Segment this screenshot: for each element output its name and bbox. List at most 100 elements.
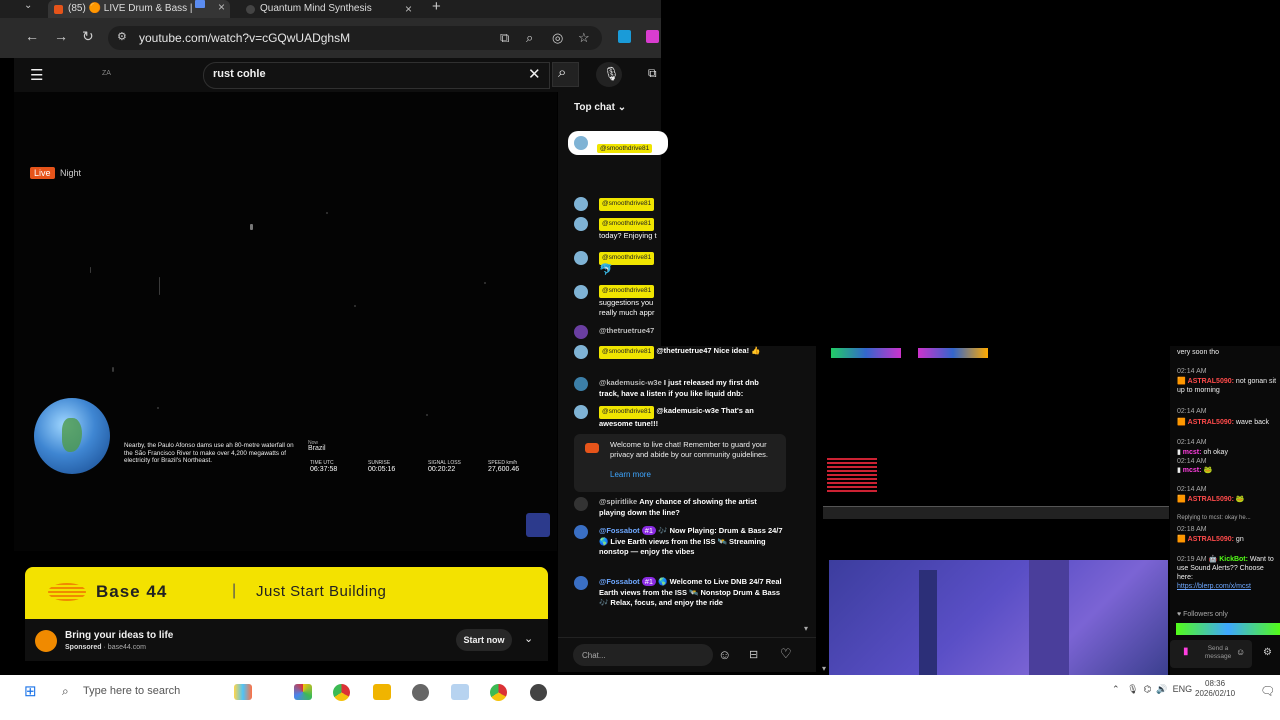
emoji-icon[interactable]: ☺ bbox=[1236, 647, 1245, 657]
stat-signal-value: 00:20:22 bbox=[428, 466, 456, 473]
live-badge: Live Night bbox=[30, 167, 81, 179]
search-icon: ⌕ bbox=[558, 64, 567, 81]
taskbar-clock[interactable]: 08:36 2026/02/10 bbox=[1195, 679, 1235, 699]
location-name: Brazil bbox=[308, 445, 326, 452]
channel-watermark-icon[interactable] bbox=[526, 513, 550, 537]
taskbar-search-input[interactable]: Type here to search bbox=[52, 679, 222, 703]
stat-sunrise-value: 00:05:16 bbox=[368, 466, 396, 473]
stat-speed-value: 27,600.46 bbox=[488, 466, 520, 473]
tab-list-chevron-icon[interactable]: ⌄ bbox=[24, 0, 32, 11]
back-icon[interactable]: ← bbox=[25, 28, 39, 44]
close-tab-icon[interactable]: × bbox=[218, 0, 225, 14]
settings-icon[interactable]: ⚙ bbox=[1263, 647, 1272, 658]
heart-icon[interactable]: ♡ bbox=[780, 646, 792, 662]
chevron-up-icon[interactable]: ⌃ bbox=[1112, 684, 1120, 694]
create-icon[interactable]: ⧉ bbox=[648, 66, 657, 81]
avatar bbox=[574, 217, 588, 231]
notifications-icon[interactable]: 🗨 bbox=[1260, 684, 1275, 698]
microphone-icon[interactable]: 🎙 bbox=[1127, 684, 1138, 694]
kick-timestamp: 02:14 AM bbox=[1177, 439, 1207, 446]
chevron-down-icon[interactable]: ⌄ bbox=[524, 632, 533, 645]
chat-message: @Fossabot #1 🎶 Now Playing: Drum & Bass … bbox=[599, 526, 783, 556]
chat-message: @smoothdrive81 bbox=[599, 198, 779, 211]
url-text[interactable]: youtube.com/watch?v=cGQwUADghsM bbox=[139, 31, 350, 45]
user-badge-icon: ▮ bbox=[1183, 646, 1189, 657]
reload-icon[interactable]: ↻ bbox=[82, 28, 94, 45]
pinned-user: @smoothdrive81 bbox=[597, 137, 653, 155]
tab-label: (85) 🟠 LIVE Drum & Bass | bbox=[68, 3, 193, 14]
file-explorer-icon[interactable] bbox=[373, 684, 391, 700]
windows-start-icon[interactable]: ⊞ bbox=[24, 682, 37, 700]
forward-icon[interactable]: → bbox=[54, 28, 68, 44]
advertiser-avatar[interactable] bbox=[35, 630, 57, 652]
kick-timestamp: 02:18 AM bbox=[1177, 526, 1207, 533]
volume-icon[interactable]: 🔊 bbox=[1156, 684, 1167, 694]
followers-only-label: ♥ Followers only bbox=[1177, 611, 1228, 618]
chrome-profile-icon[interactable] bbox=[490, 684, 507, 701]
eye-off-icon[interactable]: ◎ bbox=[552, 30, 563, 46]
app-icon[interactable] bbox=[530, 684, 547, 701]
ad-sponsored-line: Sponsored · base44.com bbox=[65, 644, 146, 651]
kick-timestamp: 02:14 AM bbox=[1177, 486, 1207, 493]
avatar bbox=[574, 345, 588, 359]
close-tab-icon[interactable]: × bbox=[405, 3, 412, 15]
extension-icon[interactable] bbox=[646, 30, 659, 43]
start-now-button[interactable]: Start now bbox=[456, 629, 512, 651]
avatar bbox=[574, 576, 588, 590]
avatar bbox=[574, 525, 588, 539]
avatar bbox=[574, 405, 588, 419]
scroll-down-icon[interactable]: ▾ bbox=[822, 664, 826, 673]
video-caption: Nearby, the Paulo Afonso dams use an 80-… bbox=[124, 442, 294, 464]
kick-message: ▮ mcst: oh okay bbox=[1177, 449, 1228, 456]
language-indicator[interactable]: ENG bbox=[1173, 684, 1193, 694]
zoom-icon[interactable]: ⌕ bbox=[526, 30, 533, 46]
network-icon[interactable]: ⌬ bbox=[1144, 684, 1152, 694]
obs-icon[interactable] bbox=[412, 684, 429, 701]
kick-message: 🟧 ASTRAL5090: gn bbox=[1177, 536, 1244, 543]
chat-message: @Fossabot #1 🌎 Welcome to Live DNB 24/7 … bbox=[599, 577, 782, 607]
clear-search-icon[interactable]: ✕ bbox=[528, 65, 541, 83]
super-chat-icon[interactable]: ⊟ bbox=[749, 648, 758, 661]
new-tab-icon[interactable]: + bbox=[432, 0, 441, 15]
youtube-logo[interactable]: ZA bbox=[102, 70, 111, 77]
ad-separator: | bbox=[232, 582, 237, 599]
tab-quantum-mind-synthesis[interactable]: Quantum Mind Synthesis × bbox=[240, 0, 420, 18]
tab-group-icon bbox=[195, 0, 205, 8]
menu-icon[interactable]: ☰ bbox=[30, 66, 43, 84]
chat-message: @smoothdrive81 today? Enjoying t bbox=[599, 218, 657, 240]
install-app-icon[interactable]: ⧉ bbox=[500, 30, 509, 46]
chrome-icon[interactable] bbox=[333, 684, 350, 701]
stream-overlay-window bbox=[823, 346, 1169, 558]
kick-timestamp: 02:14 AM bbox=[1177, 408, 1207, 415]
sound-alerts-link[interactable]: https://blerp.com/x/mcst bbox=[1177, 583, 1251, 590]
ad-title[interactable]: Bring your ideas to life bbox=[65, 630, 173, 641]
site-info-icon[interactable]: ⚙ bbox=[117, 30, 127, 43]
globe-icon bbox=[34, 398, 110, 474]
chat-mode-dropdown[interactable]: Top chat ⌄ bbox=[574, 102, 626, 113]
avatar bbox=[574, 325, 588, 339]
copilot-app-icon[interactable] bbox=[294, 684, 312, 700]
avatar bbox=[574, 377, 588, 391]
copilot-icon[interactable] bbox=[234, 684, 252, 700]
emoji-icon: 🐬 bbox=[599, 263, 613, 276]
scroll-down-icon[interactable]: ▾ bbox=[804, 624, 808, 633]
extension-icon[interactable] bbox=[618, 30, 631, 43]
tab-favicon-icon bbox=[246, 4, 255, 14]
ad-brand: Base 44 bbox=[96, 582, 168, 601]
bookmark-star-icon[interactable]: ☆ bbox=[578, 30, 590, 46]
avatar bbox=[574, 497, 588, 511]
emote-bar[interactable] bbox=[1176, 623, 1280, 635]
avatar bbox=[574, 197, 588, 211]
snipping-tool-icon[interactable] bbox=[451, 684, 469, 700]
search-input[interactable]: rust cohle bbox=[213, 68, 266, 80]
emoji-picker-icon[interactable]: ☺ bbox=[718, 647, 731, 662]
kick-bot-message: 02:19 AM 🤖 KickBot: Want to use Sound Al… bbox=[1177, 556, 1274, 590]
video-player[interactable] bbox=[14, 92, 557, 551]
chat-placeholder: Chat... bbox=[582, 651, 606, 660]
learn-more-link[interactable]: Learn more bbox=[610, 470, 651, 479]
avatar bbox=[574, 136, 588, 150]
youtube-favicon-icon bbox=[54, 4, 63, 14]
kick-message: 🟧 ASTRAL5090: wave back bbox=[1177, 419, 1269, 426]
chat-message: @smoothdrive81 @thetruetrue47 Nice idea!… bbox=[599, 346, 779, 359]
chat-message: @smoothdrive81 🐬 bbox=[599, 252, 779, 276]
